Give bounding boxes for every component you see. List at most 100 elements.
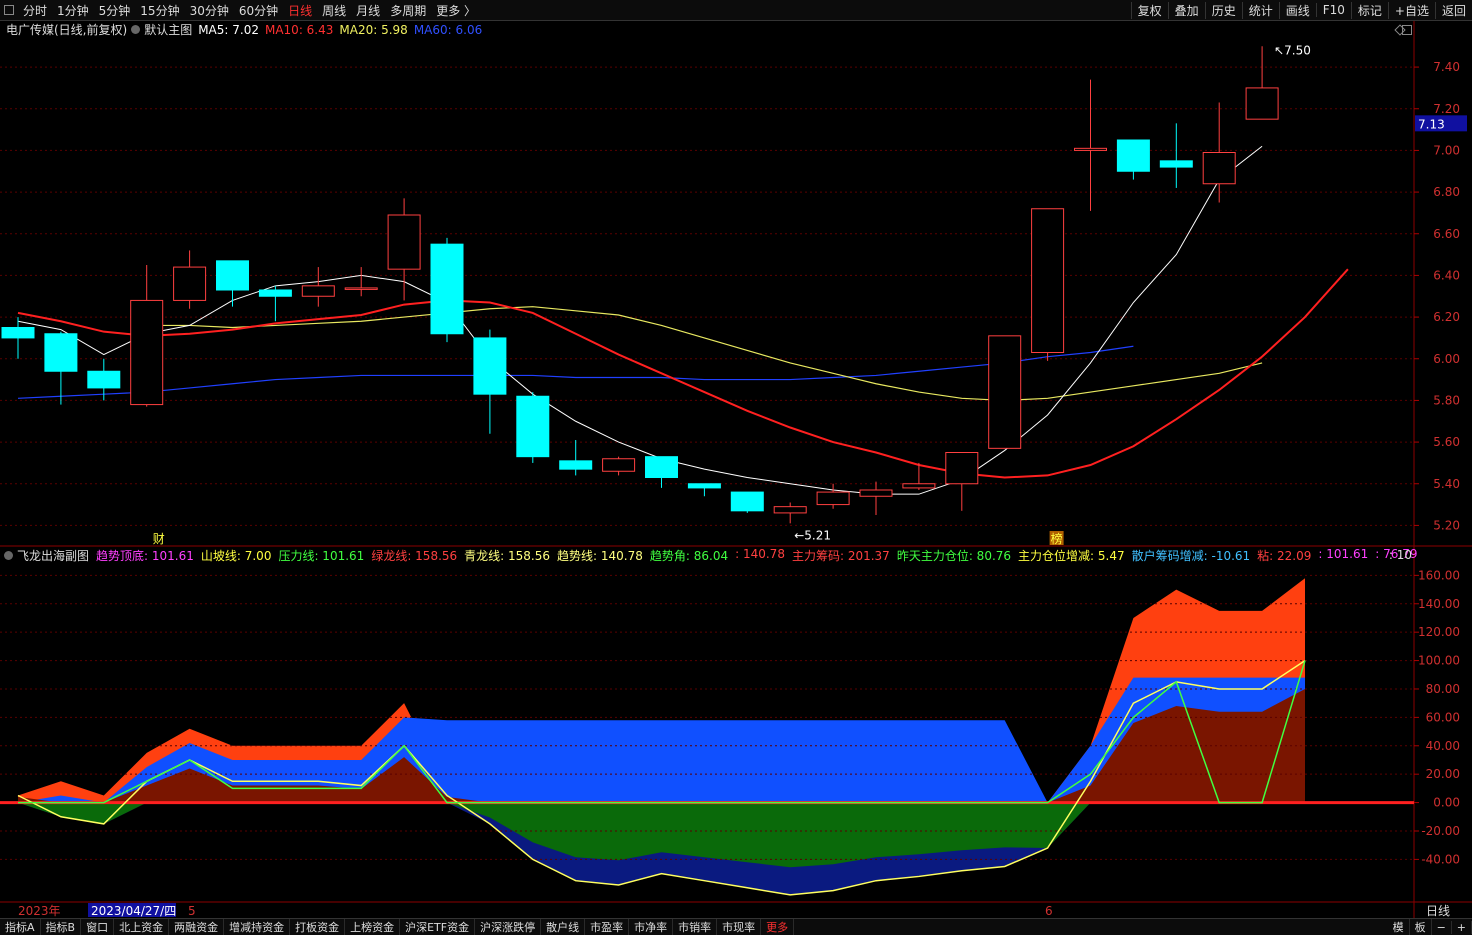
main-ytick-label: 6.40	[1433, 268, 1460, 282]
period-tab-7[interactable]: 周线	[317, 2, 351, 19]
toolbar-btn-4[interactable]: 画线	[1278, 1, 1316, 19]
toolbar-btn-7[interactable]: +自选	[1387, 1, 1435, 19]
bottom-tab-15[interactable]: 更多	[761, 919, 795, 935]
period-tab-9[interactable]: 多周期	[385, 2, 431, 19]
candle-body	[258, 289, 292, 297]
candle-body	[1, 327, 35, 339]
date-year-label: 2023年	[18, 904, 61, 918]
bottom-tab-2[interactable]: 窗口	[81, 919, 115, 935]
ma20-line	[146, 306, 1263, 402]
period-tab-0[interactable]: 分时	[18, 2, 52, 19]
date-month-label: 6	[1045, 904, 1053, 918]
period-tab-5[interactable]: 60分钟	[234, 2, 283, 19]
bottom-tab-11[interactable]: 市盈率	[585, 919, 630, 935]
sub-ytick-label: 40.00	[1426, 739, 1460, 753]
candle-body	[645, 456, 678, 478]
bottom-tab-3[interactable]: 北上资金	[114, 919, 170, 935]
period-tab-8[interactable]: 月线	[351, 2, 385, 19]
sub-ytick-label: 80.00	[1426, 682, 1460, 696]
sub-indicator-2: 压力线: 101.61	[278, 548, 365, 563]
sub-indicator-5: 趋势线: 140.78	[557, 548, 643, 563]
bottom-tab-0[interactable]: 指标A	[0, 919, 41, 935]
candle-body	[902, 483, 936, 489]
date-cursor-label: 2023/04/27/四	[91, 904, 176, 918]
stock-title: 电广传媒(日线,前复权)	[6, 23, 128, 37]
bottom-tab-4[interactable]: 两融资金	[169, 919, 225, 935]
main-ytick-label: 5.80	[1433, 393, 1460, 407]
bottom-tab-9[interactable]: 沪深涨跌停	[475, 919, 542, 935]
sub-indicator-1: 山坡线: 7.00	[200, 548, 272, 563]
bottom-tab-13[interactable]: 市销率	[673, 919, 718, 935]
bottom-tab-1[interactable]: 指标B	[41, 919, 82, 935]
toolbar-btn-2[interactable]: 历史	[1204, 1, 1242, 19]
toolbar-btn-5[interactable]: F10	[1315, 3, 1351, 17]
candle-body	[988, 335, 1022, 449]
bottom-tabs: 指标A 指标B 窗口 北上资金 两融资金 增减持资金 打板资金 上榜资金 沪深ETF资金 沪深涨跌…	[0, 918, 1472, 935]
current-price-tag: 7.13	[1418, 117, 1445, 131]
sub-indicator-9: 昨天主力仓位: 80.76	[896, 548, 1012, 563]
bottom-tab-7[interactable]: 上榜资金	[345, 919, 401, 935]
bottom-tab-10[interactable]: 散户线	[541, 919, 586, 935]
candle-body	[173, 266, 207, 301]
main-ytick-label: 6.60	[1433, 227, 1460, 241]
period-tab-3[interactable]: 15分钟	[135, 2, 184, 19]
toolbar-btn-0[interactable]: 复权	[1130, 1, 1168, 19]
sub-indicator-7: : 140.78	[735, 546, 785, 561]
sub-ytick-label: 120.00	[1418, 625, 1460, 639]
bottom-right-btn-2[interactable]: −	[1432, 920, 1452, 934]
sub-title[interactable]: 飞龙出海副图	[17, 547, 89, 564]
sub-chart-info: 飞龙出海副图 趋势顶底: 101.61 山坡线: 7.00 压力线: 101.61 绿…	[0, 546, 1472, 564]
bottom-tab-8[interactable]: 沪深ETF资金	[400, 919, 476, 935]
ma20-label: MA20: 5.98	[339, 22, 408, 37]
candle-body	[602, 458, 636, 472]
dropdown-icon[interactable]	[4, 550, 13, 560]
sub-ytick-label: 160.00	[1418, 568, 1460, 582]
bottom-tab-5[interactable]: 增减持资金	[224, 919, 291, 935]
period-tab-4[interactable]: 30分钟	[185, 2, 234, 19]
bottom-right-btn-0[interactable]: 模	[1388, 919, 1410, 935]
period-tab-2[interactable]: 5分钟	[94, 2, 136, 19]
candle-body	[773, 506, 807, 514]
candle-body	[730, 491, 764, 512]
chart-canvas[interactable]: 5.20 5.40 5.60 5.80 6.00 6.20 6.40 6.60 6.80 7.00…	[0, 0, 1472, 934]
window-icon[interactable]	[4, 5, 14, 15]
bottom-right-btn-3[interactable]: +	[1452, 920, 1472, 934]
toolbar-btn-8[interactable]: 返回	[1434, 1, 1472, 19]
sub-ytick-label: -40.00	[1421, 852, 1460, 866]
ma10-label: MA10: 6.43	[264, 22, 334, 37]
period-tab-6[interactable]: 日线	[283, 2, 317, 19]
main-ytick-label: 5.60	[1433, 435, 1460, 449]
bottom-tab-14[interactable]: 市现率	[717, 919, 762, 935]
ma10-line	[17, 268, 1349, 479]
bottom-tab-12[interactable]: 市净率	[629, 919, 674, 935]
ma60-line	[17, 345, 1134, 399]
toolbar-btn-1[interactable]: 叠加	[1167, 1, 1205, 19]
maximize-icon[interactable]	[1402, 24, 1412, 35]
candle-body	[559, 460, 593, 470]
period-tab-1[interactable]: 1分钟	[52, 2, 94, 19]
period-tab-10[interactable]: 更多 〉	[431, 2, 481, 19]
sub-indicator-6: 趋势角: 86.04	[649, 548, 729, 563]
ma5-label: MA5: 7.02	[198, 22, 259, 37]
main-template[interactable]: 默认主图	[144, 21, 192, 38]
sub-indicator-12: 粘: 22.09	[1257, 548, 1312, 563]
sub-indicator-11: 散户筹码增减: -10.61	[1131, 548, 1251, 563]
dropdown-icon[interactable]	[131, 25, 141, 34]
candle-body	[1074, 147, 1107, 151]
ma60-label: MA60: 6.06	[413, 22, 483, 37]
candle-body	[387, 214, 421, 270]
candle-body	[816, 491, 850, 506]
low-price-mark: ←5.21	[794, 528, 831, 542]
date-month-label: 5	[188, 904, 196, 918]
bottom-right-btn-1[interactable]: 板	[1410, 919, 1432, 935]
toolbar-btn-3[interactable]: 统计	[1241, 1, 1279, 19]
candle-body	[1202, 152, 1236, 185]
main-ytick-label: 7.00	[1433, 143, 1460, 157]
candle-body	[430, 243, 464, 335]
sub-ytick-label: 60.00	[1426, 710, 1460, 724]
main-ytick-label: 6.80	[1433, 185, 1460, 199]
bottom-tab-6[interactable]: 打板资金	[290, 919, 346, 935]
main-ytick-label: 7.40	[1433, 60, 1460, 74]
toolbar-btn-6[interactable]: 标记	[1350, 1, 1388, 19]
sub-indicator-13: : 101.61	[1318, 546, 1369, 561]
